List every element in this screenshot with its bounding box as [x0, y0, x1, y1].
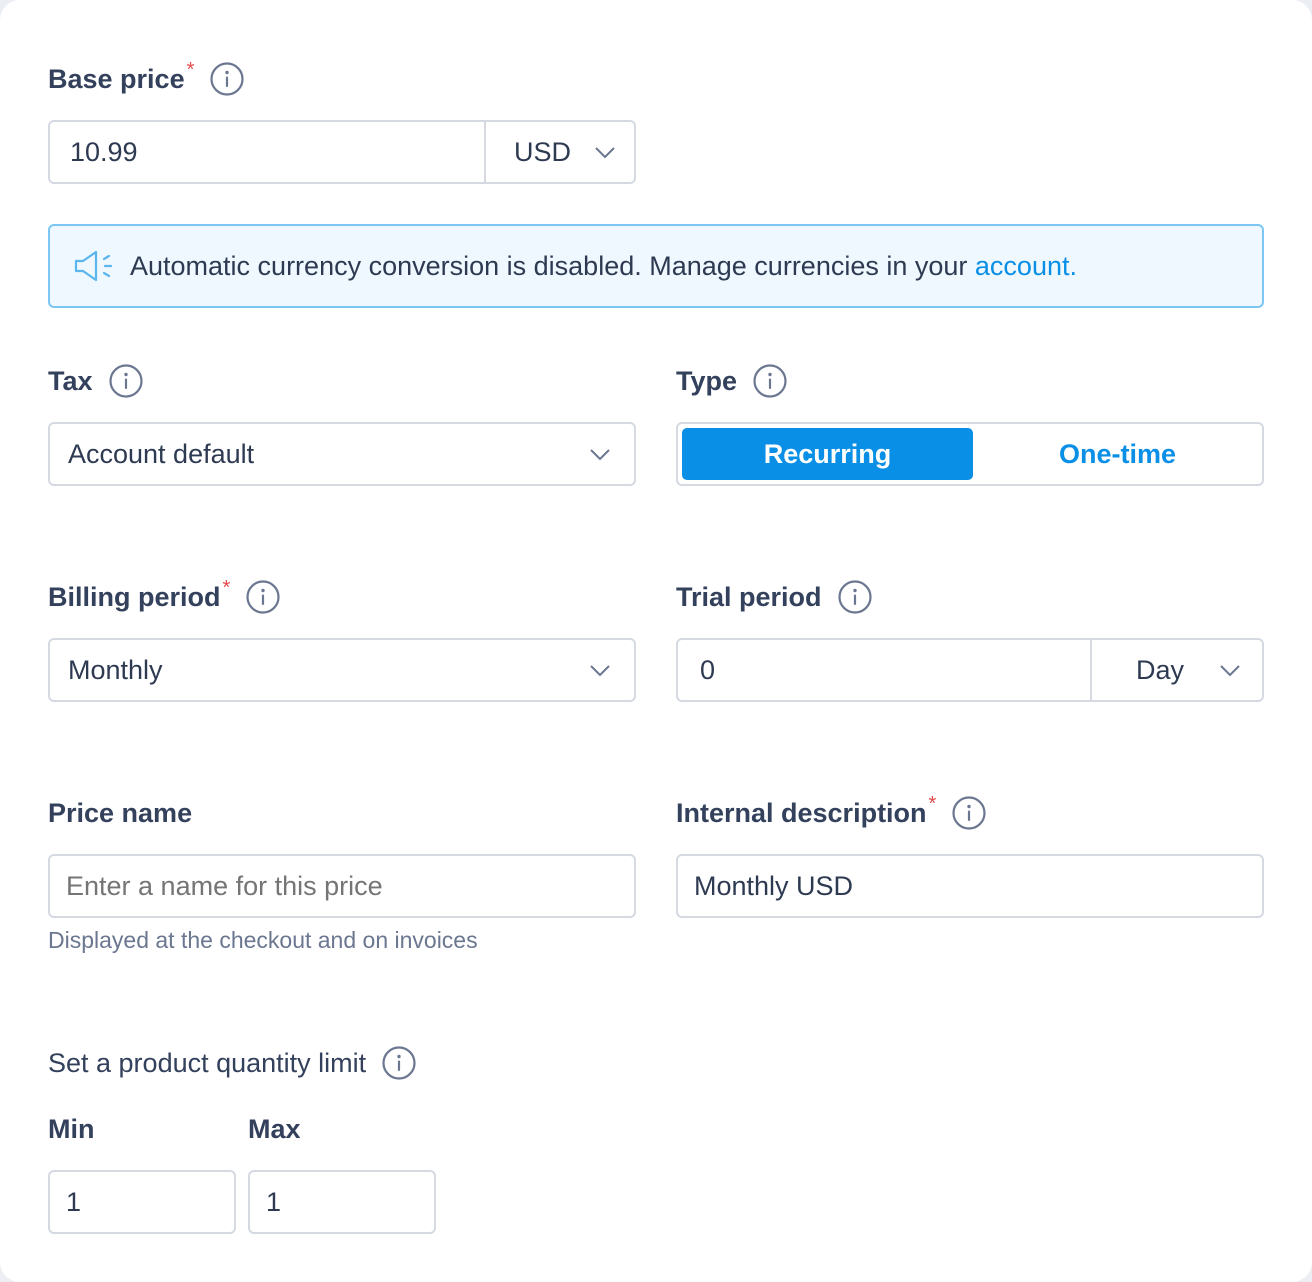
price-name-input[interactable] [50, 856, 634, 916]
chevron-down-icon [1220, 665, 1240, 677]
currency-value: USD [514, 136, 572, 167]
tax-select[interactable]: Account default [48, 422, 636, 486]
required-asterisk: * [222, 577, 231, 599]
min-field [48, 1170, 236, 1234]
min-label: Min [48, 1114, 95, 1144]
chevron-down-icon [590, 449, 610, 461]
quantity-limit-label-text: Set a product quantity limit [48, 1048, 367, 1078]
info-icon[interactable] [210, 62, 244, 96]
internal-description-input[interactable] [678, 856, 1262, 916]
megaphone-icon [74, 250, 113, 282]
max-label: Max [248, 1114, 301, 1144]
trial-unit-select[interactable]: Day [1090, 638, 1264, 702]
base-price-input[interactable] [50, 122, 484, 182]
price-name-label: Price name [48, 796, 192, 830]
info-icon[interactable] [837, 580, 872, 614]
currency-alert: Automatic currency conversion is disable… [48, 224, 1264, 308]
trial-period-group: Day [676, 638, 1264, 702]
type-option-one-time[interactable]: One-time [973, 428, 1262, 480]
base-price-label-text: Base price [48, 64, 185, 94]
chevron-down-icon [595, 147, 615, 159]
min-quantity-input[interactable] [50, 1172, 234, 1232]
billing-period-label-text: Billing period [48, 582, 221, 612]
required-asterisk: * [186, 59, 195, 81]
alert-message: Automatic currency conversion is disable… [130, 251, 1077, 282]
info-icon[interactable] [753, 364, 787, 398]
trial-period-label-text: Trial period [676, 582, 822, 612]
tax-select-value: Account default [68, 438, 255, 469]
type-segmented-control: Recurring One-time [676, 422, 1264, 486]
info-icon[interactable] [108, 364, 143, 398]
trial-unit-value: Day [1136, 654, 1185, 685]
info-icon[interactable] [246, 580, 280, 614]
info-icon[interactable] [382, 1046, 416, 1080]
price-name-helper: Displayed at the checkout and on invoice… [48, 927, 478, 953]
price-name-field [48, 854, 636, 918]
billing-period-select[interactable]: Monthly [48, 638, 636, 702]
max-quantity-input[interactable] [250, 1172, 434, 1232]
internal-description-label-text: Internal description [676, 798, 927, 828]
max-field [248, 1170, 436, 1234]
price-name-label-text: Price name [48, 798, 193, 828]
alert-message-text: Automatic currency conversion is disable… [130, 250, 975, 281]
info-icon[interactable] [952, 796, 986, 830]
billing-period-value: Monthly [68, 654, 163, 685]
account-link[interactable]: account. [975, 251, 1077, 281]
base-price-label: Base price * [48, 59, 244, 96]
price-form-card: Base price * USD Automatic currency conv… [0, 0, 1312, 1282]
tax-label-text: Tax [48, 366, 93, 396]
type-label: Type [676, 364, 787, 398]
trial-period-input[interactable] [678, 640, 1090, 700]
required-asterisk: * [928, 793, 937, 815]
internal-description-field [676, 854, 1264, 918]
currency-select[interactable]: USD [484, 120, 636, 184]
chevron-down-icon [590, 665, 610, 677]
billing-period-label: Billing period * [48, 577, 280, 614]
internal-description-label: Internal description * [676, 793, 986, 830]
type-label-text: Type [676, 366, 738, 396]
trial-period-label: Trial period [676, 580, 872, 614]
base-price-group: USD [48, 120, 636, 184]
type-option-recurring[interactable]: Recurring [682, 428, 973, 480]
quantity-limit-label: Set a product quantity limit [48, 1046, 416, 1080]
tax-label: Tax [48, 364, 143, 398]
